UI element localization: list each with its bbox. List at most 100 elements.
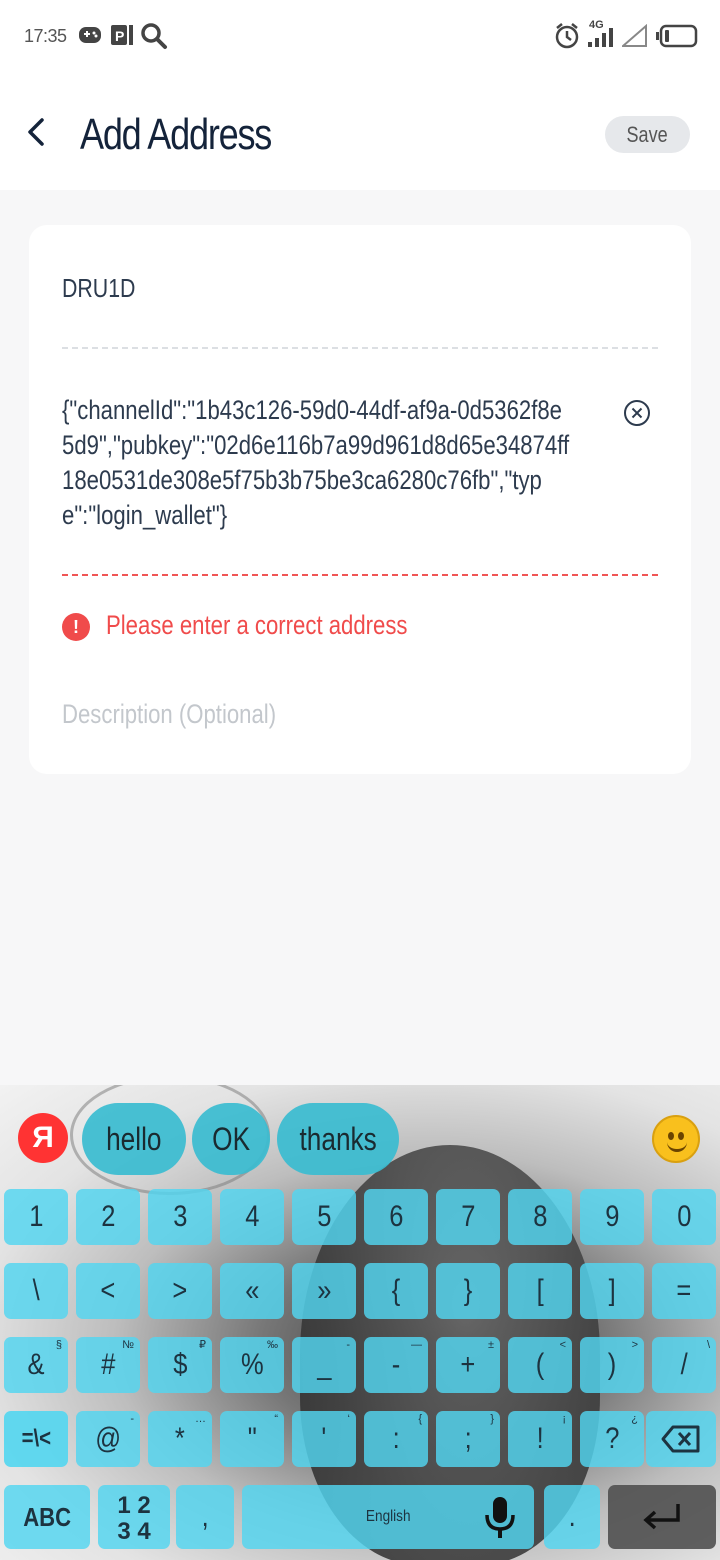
key-3-10[interactable]: / \ (652, 1337, 716, 1393)
key-alt-label: ‘ (347, 1413, 350, 1425)
key-1-8[interactable]: 8 (508, 1189, 572, 1245)
enter-key[interactable] (608, 1485, 716, 1549)
suggestion-chip[interactable]: hello (82, 1103, 186, 1175)
key-label: 2 (100, 1200, 116, 1233)
key-alt-label: ₽ (199, 1339, 206, 1351)
key-4-8[interactable]: ? ¿ (580, 1411, 644, 1467)
key-alt-label: № (122, 1339, 134, 1351)
back-arrow-icon[interactable] (18, 112, 58, 152)
name-field[interactable]: DRU1D (62, 273, 135, 304)
enter-icon (643, 1504, 680, 1530)
key-alt-label: ¿ (631, 1413, 638, 1425)
key-label: [ (536, 1274, 544, 1307)
key-4-5[interactable]: :{ (364, 1411, 428, 1467)
key-2-3[interactable]: > (148, 1263, 212, 1319)
key-2-5[interactable]: » (292, 1263, 356, 1319)
key-2-8[interactable]: [ (508, 1263, 572, 1319)
key-4-4[interactable]: ' ‘ (292, 1411, 356, 1467)
key-2-1[interactable]: \ (4, 1263, 68, 1319)
key-3-3[interactable]: $ ₽ (148, 1337, 212, 1393)
key-1-9[interactable]: 9 (580, 1189, 644, 1245)
key-3-7[interactable]: + ± (436, 1337, 500, 1393)
key-2-9[interactable]: ] (580, 1263, 644, 1319)
key-1-6[interactable]: 6 (364, 1189, 428, 1245)
key-label: : (392, 1422, 400, 1455)
key-label: ! (536, 1422, 544, 1455)
key-label: ( (535, 1348, 545, 1381)
app-header: Add Address Save (0, 72, 720, 190)
backspace-icon (661, 1425, 700, 1453)
key-alt-label: § (55, 1339, 62, 1351)
key-1-4[interactable]: 4 (220, 1189, 284, 1245)
emoji-icon[interactable] (652, 1115, 700, 1163)
microphone-icon[interactable] (482, 1493, 518, 1541)
address-field[interactable]: {"channelId":"1b43c126-59d0-44df-af9a-0d… (62, 393, 570, 533)
key-alt-label: ¡ (562, 1413, 566, 1425)
key-4-1[interactable]: @ - (76, 1411, 140, 1467)
key-label: 1 (28, 1200, 44, 1233)
key-3-1[interactable]: & § (4, 1337, 68, 1393)
key-4-7[interactable]: ! ¡ (508, 1411, 572, 1467)
keyboard: Я hello OK thanks =\< ABC 1 2 3 4 , Engl… (0, 1085, 720, 1560)
suggestion-chip[interactable]: thanks (277, 1103, 399, 1175)
abc-key[interactable]: ABC (4, 1485, 90, 1549)
key-label: » (316, 1274, 332, 1307)
address-form-card: DRU1D {"channelId":"1b43c126-59d0-44df-a… (29, 225, 691, 774)
clear-input-icon[interactable] (623, 399, 651, 427)
backspace-key[interactable] (646, 1411, 716, 1467)
key-3-4[interactable]: % ‰ (220, 1337, 284, 1393)
key-label: ] (608, 1274, 616, 1307)
key-label: ' (321, 1422, 327, 1455)
key-4-2[interactable]: *… (148, 1411, 212, 1467)
key-label: - (391, 1348, 401, 1381)
status-bar: 17:35 P 4G (0, 0, 720, 72)
battery-icon (656, 24, 698, 48)
period-key[interactable]: . (544, 1485, 600, 1549)
key-alt-label: - (346, 1339, 350, 1351)
error-message: Please enter a correct address (106, 610, 408, 640)
key-3-5[interactable]: _ - (292, 1337, 356, 1393)
key-alt-label: < (559, 1339, 566, 1351)
error-icon: ! (62, 613, 90, 641)
key-label: 7 (460, 1200, 476, 1233)
key-label: ) (607, 1348, 617, 1381)
key-alt-label: ‰ (267, 1339, 278, 1351)
key-2-6[interactable]: { (364, 1263, 428, 1319)
yandex-logo-icon[interactable]: Я (18, 1113, 68, 1163)
status-time: 17:35 (24, 26, 67, 46)
key-2-7[interactable]: } (436, 1263, 500, 1319)
key-2-4[interactable]: « (220, 1263, 284, 1319)
key-3-2[interactable]: # № (76, 1337, 140, 1393)
key-label: & (27, 1348, 45, 1381)
key-3-8[interactable]: (< (508, 1337, 572, 1393)
key-1-2[interactable]: 2 (76, 1189, 140, 1245)
key-2-10[interactable]: = (652, 1263, 716, 1319)
key-3-6[interactable]: - — (364, 1337, 428, 1393)
key-label: { (391, 1274, 401, 1307)
comma-key[interactable]: , (176, 1485, 234, 1549)
key-1-1[interactable]: 1 (4, 1189, 68, 1245)
key-label: > (172, 1274, 188, 1307)
symbols-switch-key[interactable]: =\< (4, 1411, 68, 1467)
key-label: 0 (676, 1200, 692, 1233)
key-1-5[interactable]: 5 (292, 1189, 356, 1245)
key-3-9[interactable]: ) > (580, 1337, 644, 1393)
key-label: ? (604, 1422, 620, 1455)
key-1-7[interactable]: 7 (436, 1189, 500, 1245)
numpad-key[interactable]: 1 2 3 4 (98, 1485, 170, 1549)
key-1-3[interactable]: 3 (148, 1189, 212, 1245)
key-1-10[interactable]: 0 (652, 1189, 716, 1245)
key-alt-label: \ (706, 1339, 710, 1351)
key-4-3[interactable]: " “ (220, 1411, 284, 1467)
suggestion-chip[interactable]: OK (192, 1103, 270, 1175)
key-label: * (175, 1422, 185, 1455)
search-icon (141, 23, 167, 49)
description-field[interactable]: Description (Optional) (62, 699, 276, 730)
alarm-icon (555, 23, 579, 49)
key-label: $ (172, 1348, 188, 1381)
save-button[interactable]: Save (605, 116, 690, 153)
name-field-divider (62, 347, 658, 349)
key-label: " (247, 1422, 257, 1455)
key-2-2[interactable]: < (76, 1263, 140, 1319)
key-4-6[interactable]: ;} (436, 1411, 500, 1467)
